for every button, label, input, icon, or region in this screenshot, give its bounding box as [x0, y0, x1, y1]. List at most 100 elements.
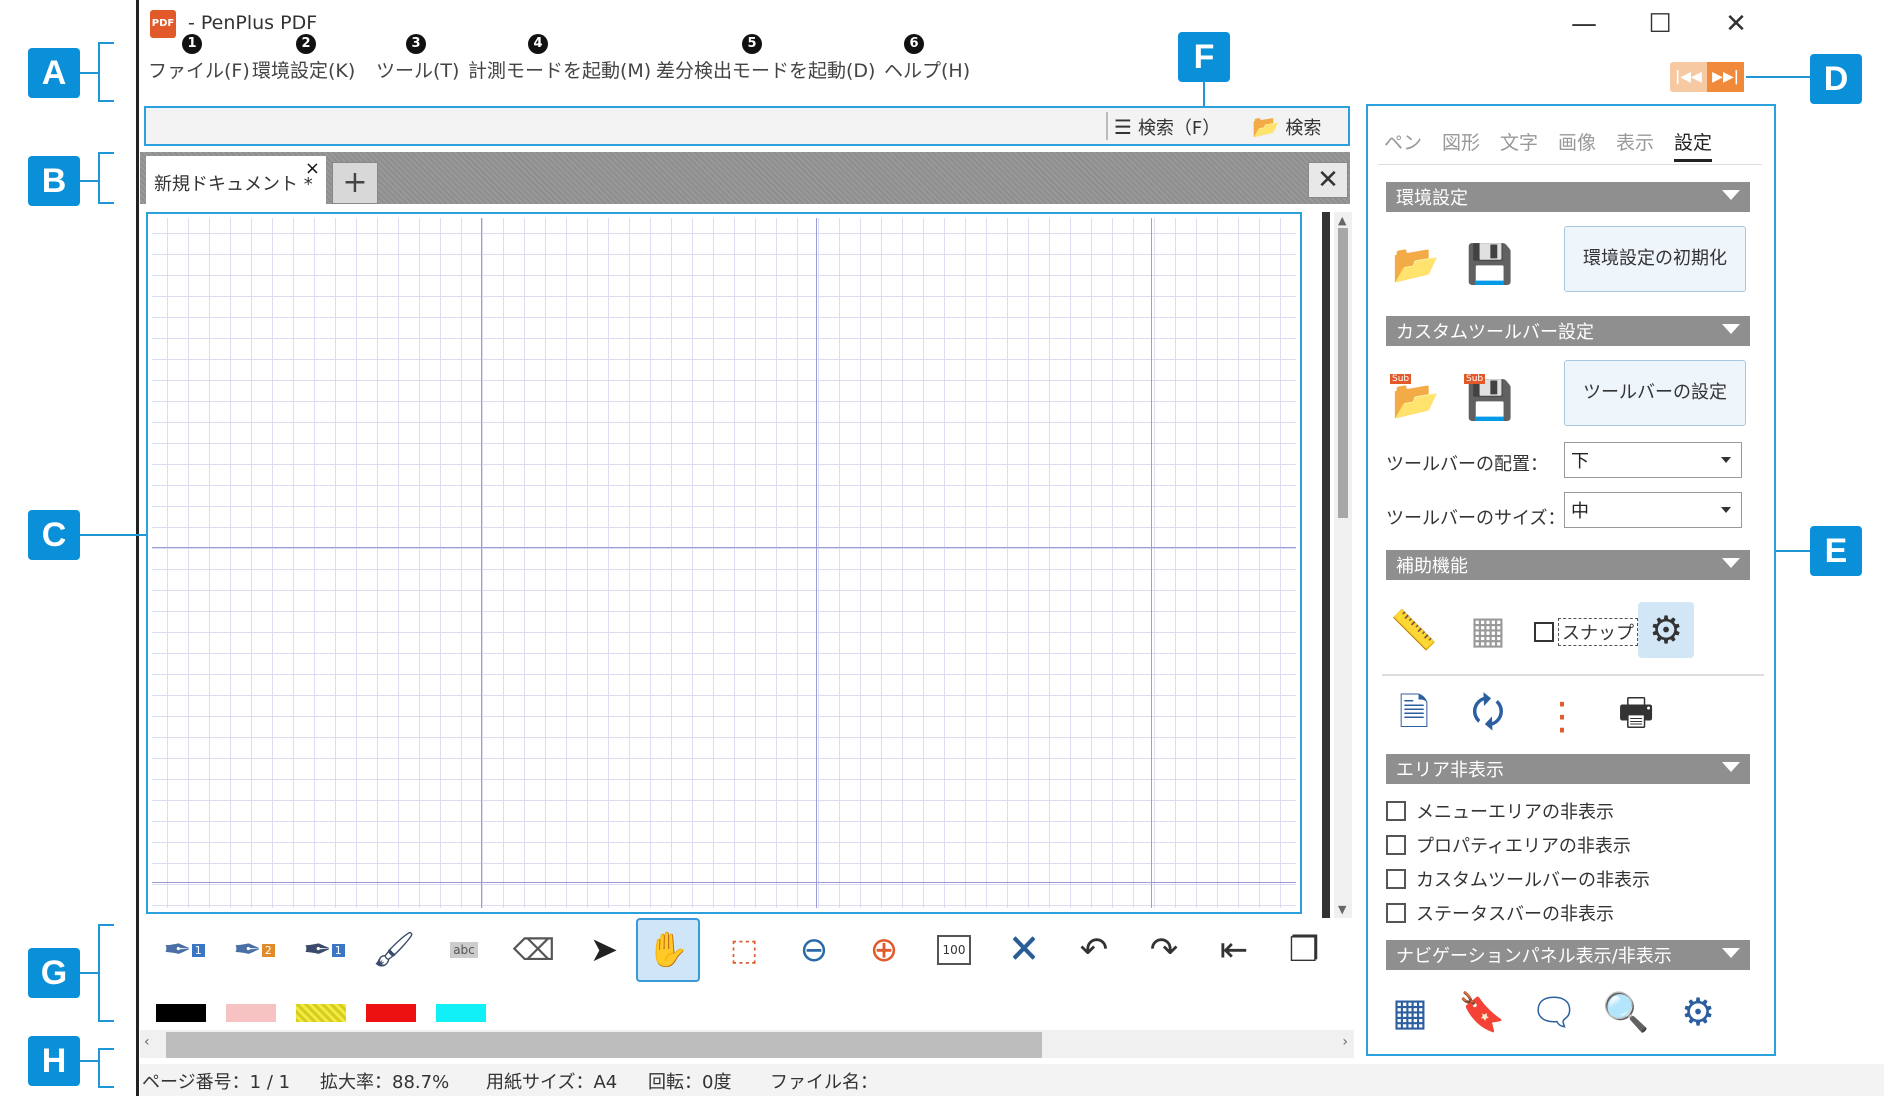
section-area-hide[interactable]: エリア非表示: [1386, 754, 1750, 784]
nav-comment-icon[interactable]: 🗨: [1528, 986, 1580, 1038]
delete-select-icon[interactable]: 🗙: [994, 922, 1054, 978]
first-page-icon[interactable]: ⇤: [1204, 922, 1264, 978]
color-swatch-pink[interactable]: [226, 1004, 276, 1022]
section-assist[interactable]: 補助機能: [1386, 550, 1750, 580]
color-swatch-yellow[interactable]: [296, 1004, 346, 1022]
hand-tool-icon[interactable]: ✋: [636, 918, 700, 982]
chevron-down-icon: [1722, 324, 1740, 334]
callout-D: D: [1810, 54, 1862, 104]
callout-bracket: [98, 1048, 114, 1088]
menu-measure-mode[interactable]: 4 計測モードを起動(M): [468, 34, 652, 83]
hide-property-checkbox[interactable]: プロパティエリアの非表示: [1386, 832, 1631, 858]
select-arrow-icon[interactable]: ➤: [574, 922, 634, 978]
callout-line: [1776, 550, 1810, 552]
section-env-settings[interactable]: 環境設定: [1386, 182, 1750, 212]
hide-custom-toolbar-checkbox[interactable]: カスタムツールバーの非表示: [1386, 866, 1650, 892]
close-window-button[interactable]: ✕: [1698, 0, 1774, 48]
chevron-down-icon: [1722, 190, 1740, 200]
maximize-button[interactable]: ☐: [1622, 0, 1698, 48]
hide-menu-checkbox[interactable]: メニューエリアの非表示: [1386, 798, 1614, 824]
section-nav-panel[interactable]: ナビゲーションパネル表示/非表示: [1386, 940, 1750, 970]
menu-label: ヘルプ(H): [884, 60, 971, 82]
menu-tools[interactable]: 3 ツール(T): [376, 34, 459, 83]
callout-C: C: [28, 510, 80, 560]
panel-tab-shape[interactable]: 図形: [1442, 128, 1480, 155]
toolbar-setting-button[interactable]: ツールバーの設定: [1564, 360, 1746, 426]
panel-tab-view[interactable]: 表示: [1616, 128, 1654, 155]
zoom-out-icon[interactable]: ⊖: [784, 922, 844, 978]
prev-panel-button[interactable]: |◀◀: [1670, 62, 1707, 92]
scroll-right-icon[interactable]: ›: [1342, 1034, 1348, 1050]
callout-line: [80, 534, 146, 536]
add-tab-button[interactable]: +: [332, 162, 378, 204]
redo-icon[interactable]: ↷: [1134, 922, 1194, 978]
next-panel-button[interactable]: ▶▶|: [1707, 62, 1744, 92]
close-tab-icon[interactable]: ×: [305, 158, 320, 179]
nav-bookmark-icon[interactable]: 🔖: [1456, 986, 1508, 1038]
printer-icon[interactable]: 🖶: [1610, 690, 1662, 742]
close-document-button[interactable]: ✕: [1308, 162, 1348, 198]
color-swatch-black[interactable]: [156, 1004, 206, 1022]
color-swatch-cyan[interactable]: [436, 1004, 486, 1022]
drawing-canvas[interactable]: [152, 218, 1296, 908]
hide-statusbar-checkbox[interactable]: ステータスバーの非表示: [1386, 900, 1614, 926]
vertical-scroll-thumb[interactable]: [1338, 228, 1348, 518]
page-rotate-icon[interactable]: 🗘: [1462, 690, 1514, 742]
color-swatch-red[interactable]: [366, 1004, 416, 1022]
menu-diff-mode[interactable]: 5 差分検出モードを起動(D): [656, 34, 875, 83]
page-split-icon[interactable]: ⋮: [1536, 690, 1588, 742]
menu-settings[interactable]: 2 環境設定(K): [252, 34, 355, 83]
search-bar: ☰ 検索（F） 📂 検索: [144, 106, 1350, 146]
status-bar: ページ番号：1 / 1 拡大率：88.7% 用紙サイズ：A4 回転：0度 ファイ…: [140, 1064, 1884, 1096]
search-f-button[interactable]: ☰ 検索（F）: [1114, 112, 1220, 142]
scroll-up-icon[interactable]: ▲: [1338, 214, 1346, 227]
toolbar-size-select[interactable]: 中: [1564, 492, 1742, 528]
pen2-icon[interactable]: ✒ 2: [224, 922, 284, 978]
nav-search-icon[interactable]: 🔍: [1600, 986, 1652, 1038]
snap-checkbox[interactable]: スナップ: [1534, 618, 1638, 646]
menu-number-badge: 4: [528, 34, 548, 54]
scroll-left-icon[interactable]: ‹: [144, 1034, 150, 1050]
area-select-icon[interactable]: ⬚: [714, 922, 774, 978]
open-folder-icon[interactable]: 📂: [1390, 238, 1442, 290]
save-disk-icon[interactable]: 💾: [1464, 238, 1516, 290]
document-tab[interactable]: 新規ドキュメント * ×: [146, 156, 326, 204]
ruler-icon[interactable]: 📏: [1388, 604, 1440, 656]
gear-settings-icon[interactable]: ⚙: [1638, 602, 1694, 658]
menu-label: 計測モードを起動(M): [468, 60, 652, 82]
grid-icon[interactable]: ▦: [1462, 604, 1514, 656]
panel-tab-image[interactable]: 画像: [1558, 128, 1596, 155]
zoom-in-icon[interactable]: ⊕: [854, 922, 914, 978]
canvas-edge: [1322, 212, 1330, 918]
search-folder-button[interactable]: 📂 検索: [1252, 112, 1321, 142]
marker-icon[interactable]: abc: [434, 922, 494, 978]
pen3-icon[interactable]: ✒ 1: [294, 922, 354, 978]
status-page: ページ番号：1 / 1: [142, 1072, 291, 1093]
undo-icon[interactable]: ↶: [1064, 922, 1124, 978]
section-custom-toolbar[interactable]: カスタムツールバー設定: [1386, 316, 1750, 346]
eraser-icon[interactable]: ⌫: [504, 922, 564, 978]
nav-settings-icon[interactable]: ⚙: [1672, 986, 1724, 1038]
toolbar-position-select[interactable]: 下: [1564, 442, 1742, 478]
menu-file[interactable]: 1 ファイル(F): [148, 34, 250, 83]
nav-thumbnail-icon[interactable]: ▦: [1384, 986, 1436, 1038]
panel-tab-text[interactable]: 文字: [1500, 128, 1538, 155]
pen1-icon[interactable]: ✒ 1: [154, 922, 214, 978]
callout-line: [80, 180, 98, 182]
brush-icon[interactable]: 🖌: [364, 922, 424, 978]
actual-size-icon[interactable]: 100: [924, 922, 984, 978]
panel-tab-pen[interactable]: ペン: [1384, 128, 1422, 155]
minimize-button[interactable]: —: [1546, 0, 1622, 48]
scroll-down-icon[interactable]: ▼: [1338, 903, 1346, 916]
sub-open-folder-icon[interactable]: 📂 Sub: [1390, 374, 1442, 426]
page-crop-icon[interactable]: 🗎: [1388, 690, 1440, 742]
menu-number-badge: 1: [182, 34, 202, 54]
horizontal-scroll-thumb[interactable]: [166, 1032, 1042, 1058]
copy-page-icon[interactable]: ❐: [1274, 922, 1334, 978]
env-reset-button[interactable]: 環境設定の初期化: [1564, 226, 1746, 292]
panel-tab-settings[interactable]: 設定: [1674, 128, 1713, 162]
snap-box: [1534, 622, 1554, 642]
sub-save-disk-icon[interactable]: 💾 Sub: [1464, 374, 1516, 426]
menu-help[interactable]: 6 ヘルプ(H): [884, 34, 971, 83]
menu-label: ファイル(F): [148, 60, 250, 82]
